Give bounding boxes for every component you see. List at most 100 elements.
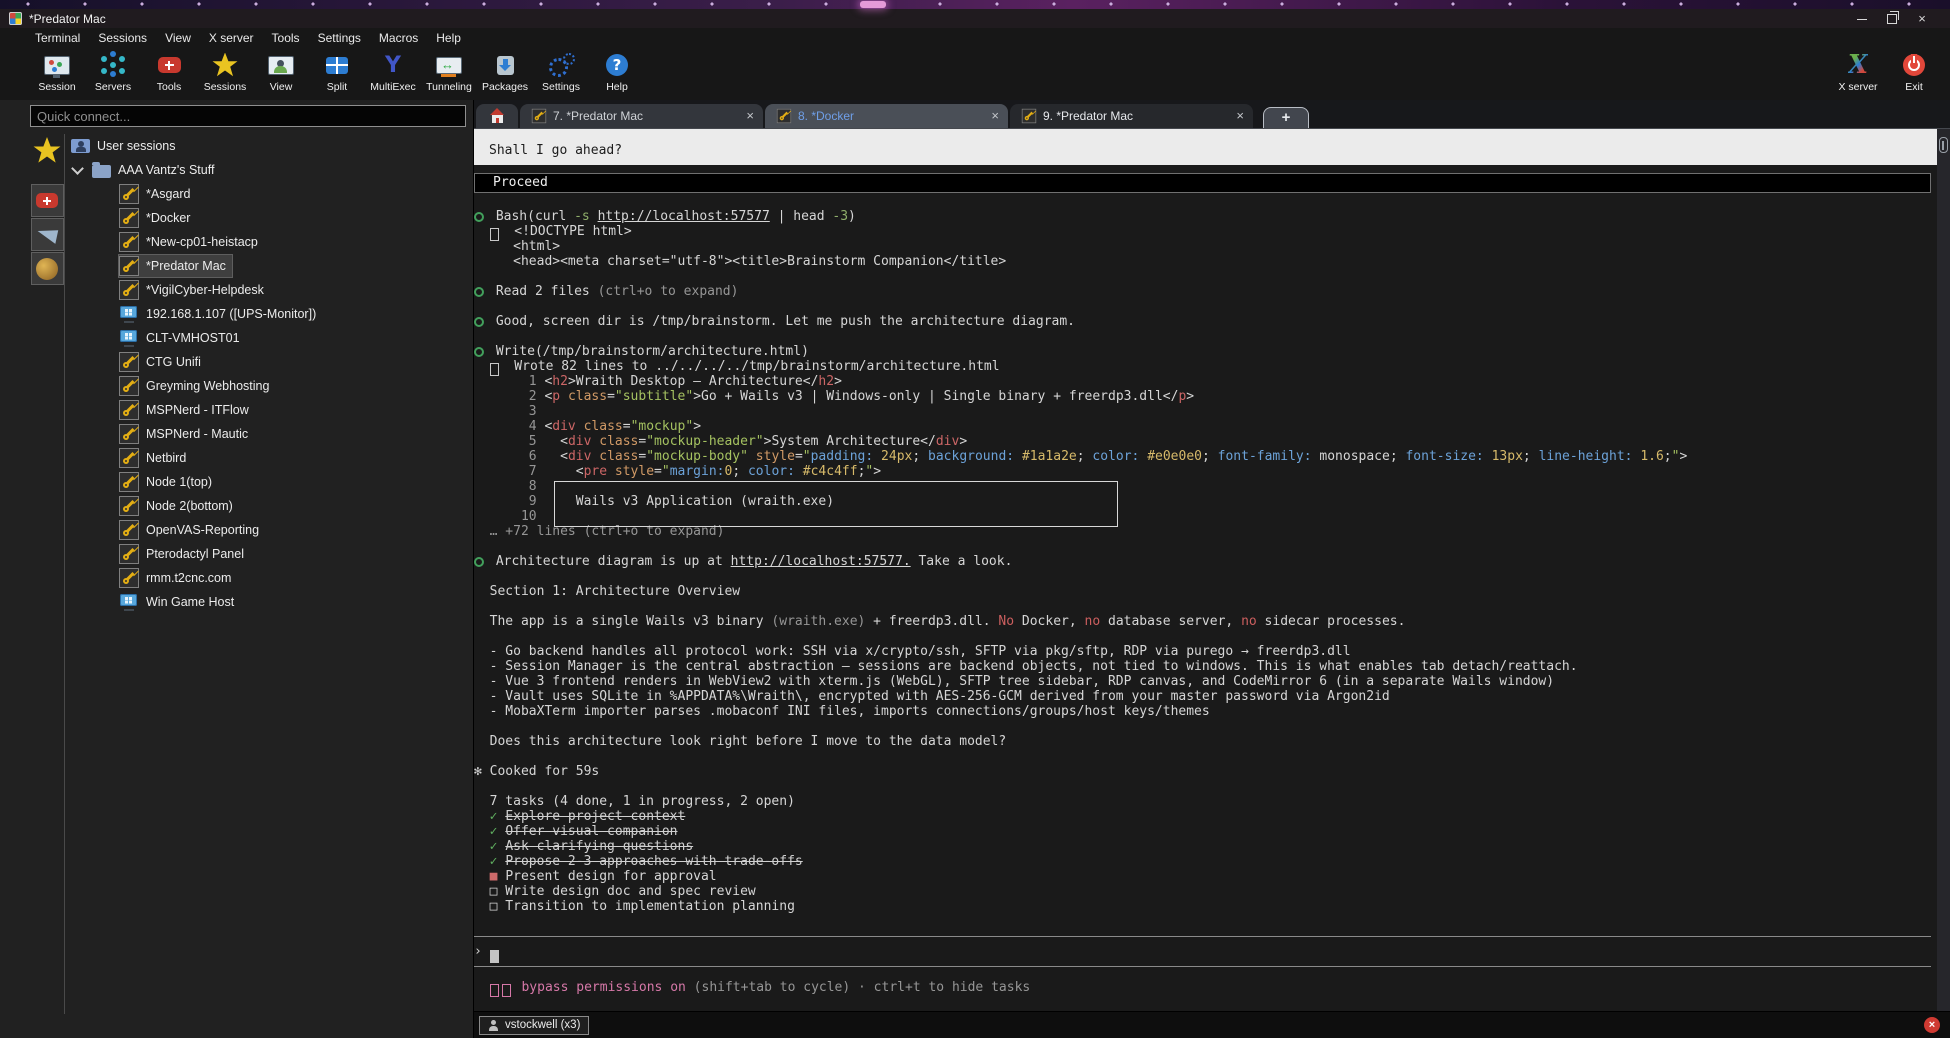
rdp-monitor-icon xyxy=(119,593,139,611)
session-item-netbird[interactable]: Netbird xyxy=(65,446,473,470)
tab-8-docker[interactable]: 8. *Docker× xyxy=(765,104,1008,128)
session-item-ctg-unifi[interactable]: CTG Unifi xyxy=(65,350,473,374)
session-icon xyxy=(44,56,70,75)
toolbar-button-sessions[interactable]: Sessions xyxy=(197,47,253,100)
session-item-predator-mac[interactable]: *Predator Mac xyxy=(65,254,473,278)
session-item-mspnerd-itflow[interactable]: MSPNerd - ITFlow xyxy=(65,398,473,422)
globe-icon xyxy=(36,258,58,280)
toolbar-button-settings[interactable]: Settings xyxy=(533,47,589,100)
toolbar-button-multiexec[interactable]: MultiExec xyxy=(365,47,421,100)
tree-folder-aaa-vantz-s-stuff[interactable]: AAA Vantz's Stuff xyxy=(65,158,473,182)
session-label: CTG Unifi xyxy=(146,355,201,369)
session-row: rmm.t2cnc.com xyxy=(119,567,237,589)
right-gutter xyxy=(1937,129,1950,1011)
toolbar-button-tools[interactable]: Tools xyxy=(141,47,197,100)
menu-item-macros[interactable]: Macros xyxy=(370,31,427,45)
toolbar-button-session[interactable]: Session xyxy=(29,47,85,100)
ssh-key-icon xyxy=(119,184,139,204)
session-label: MSPNerd - ITFlow xyxy=(146,403,249,417)
session-item-greyming-webhosting[interactable]: Greyming Webhosting xyxy=(65,374,473,398)
session-item-asgard[interactable]: *Asgard xyxy=(65,182,473,206)
help-icon xyxy=(606,54,628,76)
restore-button[interactable] xyxy=(1877,9,1907,28)
toolbar-button-packages[interactable]: Packages xyxy=(477,47,533,100)
menu-item-terminal[interactable]: Terminal xyxy=(26,31,89,45)
chevron-down-icon[interactable] xyxy=(71,162,84,175)
session-item-docker[interactable]: *Docker xyxy=(65,206,473,230)
menu-item-view[interactable]: View xyxy=(156,31,200,45)
session-item-new-cp01-heistacp[interactable]: *New-cp01-heistacp xyxy=(65,230,473,254)
session-row: Win Game Host xyxy=(119,592,240,612)
session-item-rmm-t2cnc-com[interactable]: rmm.t2cnc.com xyxy=(65,566,473,590)
terminal-blank-line xyxy=(474,329,1937,344)
toolbar-button-view[interactable]: View xyxy=(253,47,309,100)
session-item-win-game-host[interactable]: Win Game Host xyxy=(65,590,473,614)
session-item-192-168-1-107-ups-monitor[interactable]: 192.168.1.107 ([UPS-Monitor]) xyxy=(65,302,473,326)
person-icon xyxy=(488,1020,499,1031)
quick-connect-input[interactable] xyxy=(30,105,466,127)
tab-home[interactable] xyxy=(476,104,518,128)
session-label: CLT-VMHOST01 xyxy=(146,331,240,345)
task-done-check: ✓ xyxy=(490,809,506,824)
menu-item-tools[interactable]: Tools xyxy=(263,31,309,45)
session-item-node-1-top[interactable]: Node 1(top) xyxy=(65,470,473,494)
view-icon xyxy=(268,56,294,75)
rail-button-globe[interactable] xyxy=(31,252,64,285)
terminal-line: ⎿ <!DOCTYPE html> xyxy=(474,224,1937,239)
session-item-pterodactyl-panel[interactable]: Pterodactyl Panel xyxy=(65,542,473,566)
toolbar-label: Session xyxy=(38,81,75,93)
tab-9-predator-mac[interactable]: 9. *Predator Mac× xyxy=(1010,104,1253,128)
proceed-option[interactable]: Proceed xyxy=(474,173,1931,193)
session-item-clt-vmhost01[interactable]: CLT-VMHOST01 xyxy=(65,326,473,350)
tab-close-icon[interactable]: × xyxy=(1236,108,1244,123)
terminal-blank-line xyxy=(474,299,1937,314)
paperclip-icon[interactable] xyxy=(1939,137,1948,153)
terminal-blank-line xyxy=(474,719,1937,734)
terminal-line: 1 <h2>Wraith Desktop — Architecture</h2> xyxy=(474,374,1937,389)
tab-close-icon[interactable]: × xyxy=(746,108,754,123)
toolbar-button-tunneling[interactable]: Tunneling xyxy=(421,47,477,100)
menu-item-settings[interactable]: Settings xyxy=(309,31,370,45)
menu-item-help[interactable]: Help xyxy=(427,31,470,45)
toolbar-button-servers[interactable]: Servers xyxy=(85,47,141,100)
session-item-mspnerd-mautic[interactable]: MSPNerd - Mautic xyxy=(65,422,473,446)
session-item-vigilcyber-helpdesk[interactable]: *VigilCyber-Helpdesk xyxy=(65,278,473,302)
toolbar-label: Exit xyxy=(1905,81,1923,93)
toolbar-button-split[interactable]: Split xyxy=(309,47,365,100)
ssh-key-icon xyxy=(119,256,139,276)
terminal-link[interactable]: http://localhost:57577. xyxy=(731,554,911,569)
close-notification-button[interactable]: × xyxy=(1924,1017,1940,1033)
rail-button-paper-plane[interactable] xyxy=(31,218,64,251)
toolbar-button-exit[interactable]: Exit xyxy=(1886,47,1942,100)
rail-button-star[interactable] xyxy=(31,134,64,167)
terminal[interactable]: Shall I go ahead?Proceed⏺ Bash(curl -s h… xyxy=(474,129,1937,1011)
terminal-blank-line xyxy=(474,569,1937,584)
terminal-line: 6 <div class="mockup-body" style="paddin… xyxy=(474,449,1937,464)
tab-7-predator-mac[interactable]: 7. *Predator Mac× xyxy=(520,104,763,128)
tree-root-user-sessions[interactable]: User sessions xyxy=(65,134,473,158)
ssh-key-icon xyxy=(777,109,791,123)
session-label: MSPNerd - Mautic xyxy=(146,427,248,441)
session-item-node-2-bottom[interactable]: Node 2(bottom) xyxy=(65,494,473,518)
session-row: Netbird xyxy=(119,447,192,469)
banner-text: Shall I go ahead? xyxy=(489,143,622,158)
terminal-line: ⎿ Wrote 82 lines to ../../../../tmp/brai… xyxy=(474,359,1937,374)
toolbar-button-x-server[interactable]: X server xyxy=(1830,47,1886,100)
menu-item-x-server[interactable]: X server xyxy=(200,31,263,45)
toolbar-button-help[interactable]: Help xyxy=(589,47,645,100)
rdp-monitor-icon xyxy=(119,305,139,323)
user-button-label: vstockwell (x3) xyxy=(505,1019,580,1031)
terminal-link[interactable]: http://localhost:57577 xyxy=(598,209,770,224)
bullet-icon: ⏺ xyxy=(474,557,484,567)
session-item-openvas-reporting[interactable]: OpenVAS-Reporting xyxy=(65,518,473,542)
minimize-button[interactable] xyxy=(1847,9,1877,28)
close-button[interactable]: × xyxy=(1907,9,1937,28)
tab-close-icon[interactable]: × xyxy=(991,108,999,123)
new-tab-button[interactable]: + xyxy=(1263,107,1309,128)
user-sessions-button[interactable]: vstockwell (x3) xyxy=(479,1016,589,1035)
toolbar-label: Tunneling xyxy=(426,81,472,93)
rail-button-swiss-knife[interactable] xyxy=(31,184,64,217)
menu-item-sessions[interactable]: Sessions xyxy=(89,31,156,45)
terminal-line: - MobaXTerm importer parses .mobaconf IN… xyxy=(474,704,1937,719)
close-icon: × xyxy=(1929,1019,1935,1031)
